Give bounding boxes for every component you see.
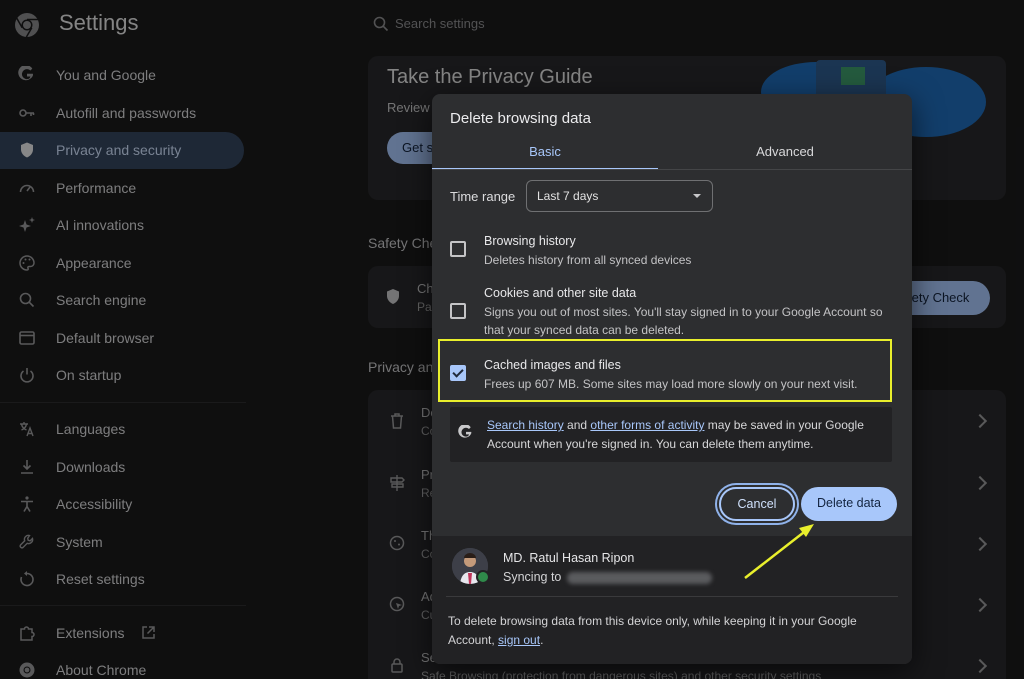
cancel-button[interactable]: Cancel <box>719 487 795 521</box>
dropdown-caret-icon <box>693 194 701 198</box>
sign-out-link[interactable]: sign out <box>498 633 540 647</box>
other-activity-link[interactable]: other forms of activity <box>590 418 704 432</box>
time-range-label: Time range <box>450 189 516 204</box>
browsing-history-checkbox[interactable] <box>450 241 466 257</box>
syncing-label: Syncing to <box>503 570 562 584</box>
footer-text-end: . <box>540 633 544 647</box>
tab-advanced[interactable]: Advanced <box>672 138 898 170</box>
account-section: MD. Ratul Hasan Ripon Syncing to To dele… <box>432 536 912 664</box>
account-divider <box>446 596 898 597</box>
option-description: Deletes history from all synced devices <box>484 253 692 267</box>
option-title: Cookies and other site data <box>484 286 637 300</box>
delete-browsing-data-dialog: Delete browsing data Basic Advanced Time… <box>432 94 912 664</box>
delete-data-button[interactable]: Delete data <box>801 487 897 521</box>
option-description: Signs you out of most sites. You'll stay… <box>484 305 883 337</box>
time-range-value: Last 7 days <box>537 189 599 203</box>
google-g-icon <box>458 425 472 438</box>
option-title: Browsing history <box>484 234 576 248</box>
redacted-email <box>567 572 712 584</box>
dialog-title: Delete browsing data <box>450 110 591 127</box>
account-footer-text: To delete browsing data from this device… <box>448 612 898 650</box>
tab-basic[interactable]: Basic <box>432 138 658 170</box>
sync-status-icon <box>476 570 490 584</box>
cookies-checkbox[interactable] <box>450 303 466 319</box>
account-name: MD. Ratul Hasan Ripon <box>503 551 635 565</box>
google-account-note: Search history and other forms of activi… <box>450 407 892 462</box>
annotation-highlight-box <box>438 339 892 402</box>
google-note-text: Search history and other forms of activi… <box>487 416 887 454</box>
tab-divider <box>432 169 912 170</box>
time-range-select[interactable]: Last 7 days <box>526 180 713 212</box>
note-text-part: and <box>563 418 591 432</box>
search-history-link[interactable]: Search history <box>487 418 564 432</box>
